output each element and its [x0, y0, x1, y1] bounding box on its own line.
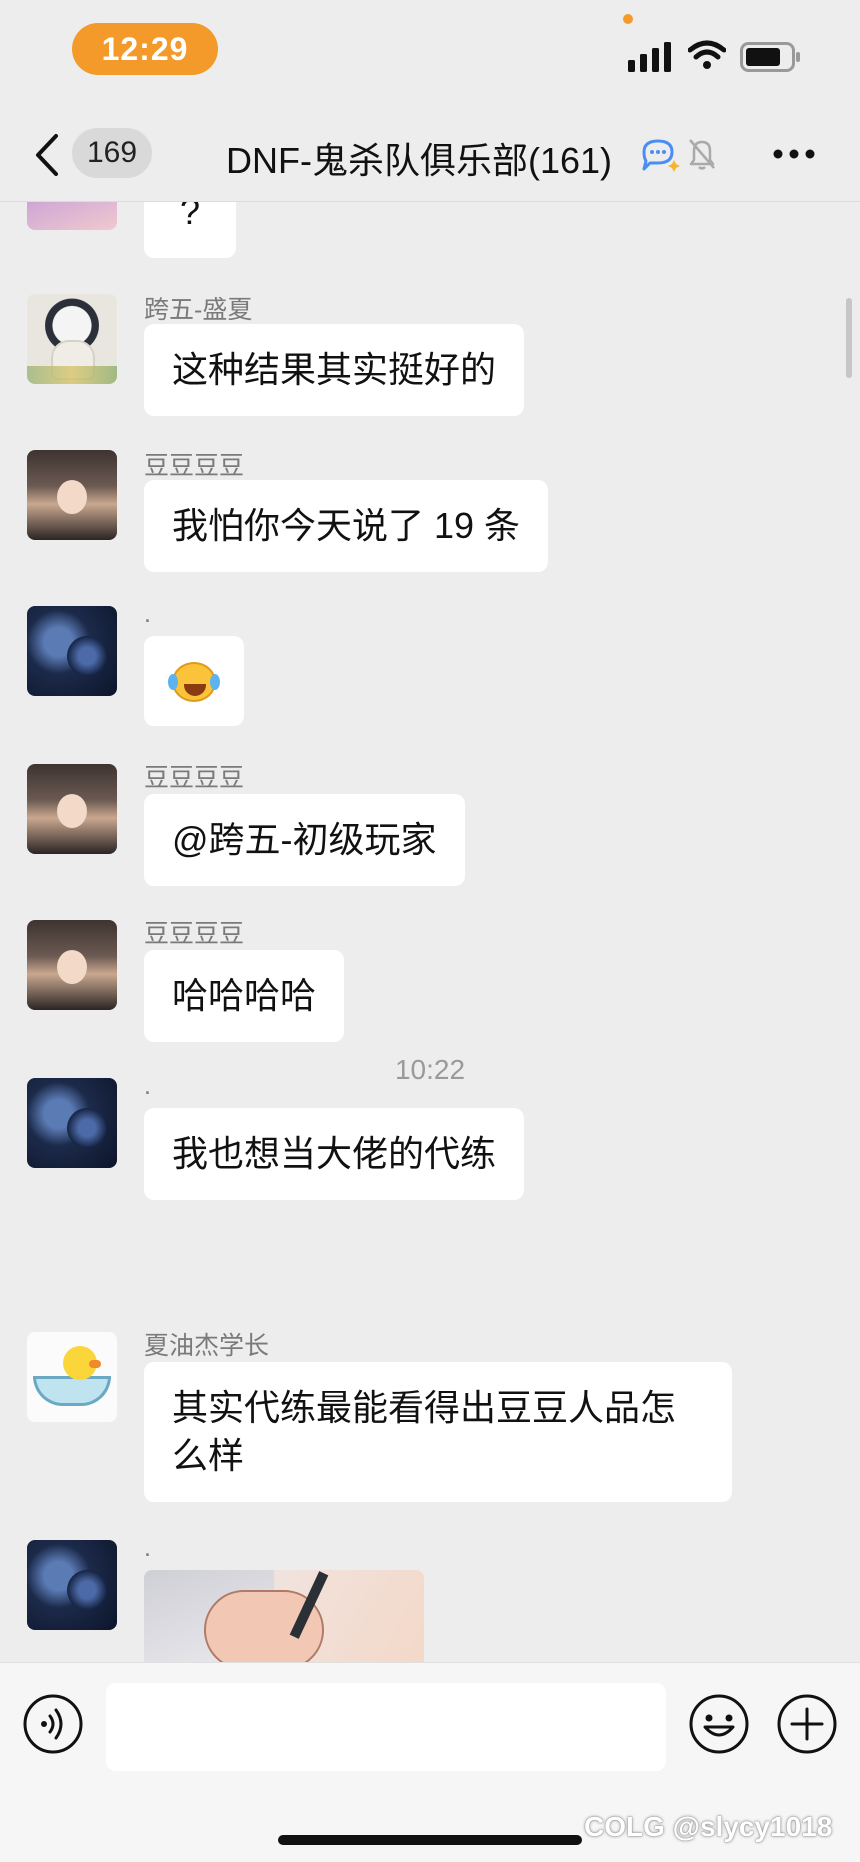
status-bar: 12:29: [0, 0, 860, 110]
emoji-tear-right: [210, 674, 220, 690]
wifi-icon: [688, 40, 726, 69]
back-chevron-icon[interactable]: [32, 130, 62, 180]
sender-name: .: [144, 1534, 151, 1562]
status-time: 12:29: [72, 23, 218, 75]
voice-input-icon[interactable]: [22, 1693, 84, 1755]
avatar-face: [57, 794, 87, 828]
sender-name: 豆豆豆豆: [144, 920, 245, 948]
cartoon-avatar[interactable]: [27, 202, 117, 230]
emoji-icon[interactable]: [688, 1693, 750, 1755]
message-line: 么样: [172, 1435, 245, 1476]
message-bubble[interactable]: 我怕你今天说了 19 条: [144, 480, 549, 572]
message-list[interactable]: ? 跨五-盛夏 这种结果其实挺好的 豆豆豆豆 我怕你今天说了 19 条 . 豆豆…: [0, 202, 860, 1662]
more-options-icon[interactable]: [772, 148, 816, 160]
emoji-mouth: [184, 684, 206, 696]
girl-avatar[interactable]: [27, 920, 117, 1010]
sender-name: 豆豆豆豆: [144, 764, 245, 792]
dark-blue-avatar[interactable]: [27, 1540, 117, 1630]
dark-blue-avatar[interactable]: [27, 1078, 117, 1168]
message-bubble[interactable]: @跨五-初级玩家: [144, 794, 465, 886]
add-attachment-icon[interactable]: [776, 1693, 838, 1755]
home-indicator[interactable]: [278, 1835, 582, 1845]
chat-bubble-sparkle-icon[interactable]: [640, 138, 680, 172]
girl-avatar[interactable]: [27, 764, 117, 854]
message-bubble[interactable]: 哈哈哈哈: [144, 950, 345, 1042]
girl-avatar[interactable]: [27, 450, 117, 540]
avatar-pattern: [67, 636, 107, 676]
battery-icon: [740, 42, 800, 72]
dark-blue-avatar[interactable]: [27, 606, 117, 696]
crying-laughing-emoji-icon: [168, 662, 220, 702]
avatar-pattern: [67, 1570, 107, 1610]
duck-beak: [89, 1360, 101, 1368]
message-bubble[interactable]: ?: [144, 202, 237, 258]
astronaut-avatar[interactable]: [27, 294, 117, 384]
message-bubble[interactable]: 其实代练最能看得出豆豆人品怎 么样: [144, 1362, 732, 1502]
time-separator: 10:22: [394, 1054, 466, 1085]
avatar-flowers: [27, 366, 117, 384]
message-bubble[interactable]: [144, 636, 244, 726]
message-input[interactable]: [106, 1683, 666, 1771]
input-bar: COLG @slycy1018: [0, 1662, 860, 1862]
sender-name: .: [144, 600, 151, 628]
emoji-tear-left: [168, 674, 178, 690]
message-line: 其实代练最能看得出豆豆人品怎: [172, 1387, 677, 1428]
sender-name: 夏油杰学长: [144, 1332, 270, 1360]
chat-title[interactable]: DNF-鬼杀队俱乐部(161): [226, 132, 612, 184]
signal-icon: [628, 42, 671, 72]
avatar-face: [57, 480, 87, 514]
unread-count-badge[interactable]: 169: [72, 128, 152, 178]
avatar-pattern: [67, 1108, 107, 1148]
recording-indicator-dot: [623, 14, 633, 24]
sender-name: 豆豆豆豆: [144, 452, 245, 480]
message-bubble[interactable]: 我也想当大佬的代练: [144, 1108, 525, 1200]
mute-bell-icon: [689, 139, 715, 170]
sender-name: 跨五-盛夏: [144, 296, 253, 324]
duck-bath-avatar[interactable]: [27, 1332, 117, 1422]
chat-header: 169 DNF-鬼杀队俱乐部(161): [0, 110, 860, 202]
watermark: COLG @slycy1018: [584, 1811, 833, 1842]
bathtub-shape: [33, 1376, 111, 1406]
image-message[interactable]: [144, 1570, 424, 1662]
message-bubble[interactable]: 这种结果其实挺好的: [144, 324, 525, 416]
scrollbar-thumb[interactable]: [846, 298, 852, 378]
avatar-face: [57, 950, 87, 984]
